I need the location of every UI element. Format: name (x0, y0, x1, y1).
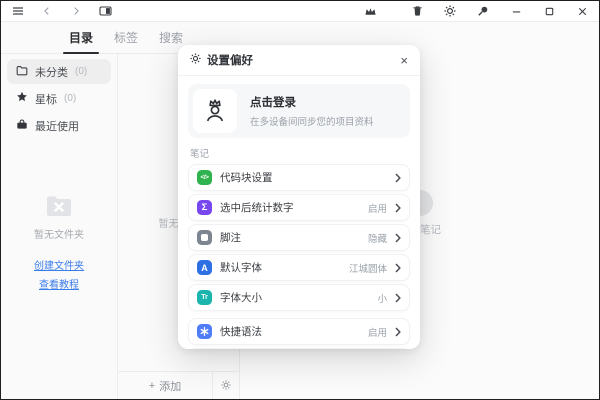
footnote-square-icon (197, 230, 212, 245)
sidebar-item-uncategorized[interactable]: 未分类 (0) (7, 59, 111, 84)
folder-icon (16, 65, 28, 79)
modal-body: 点击登录 在多设备间同步您的项目资料 笔记 </> 代码块设置 Σ 选中后统计数… (178, 76, 420, 349)
minimize-icon[interactable] (505, 2, 527, 20)
setting-row-font-size[interactable]: Tr 字体大小 小 (188, 284, 410, 311)
login-title: 点击登录 (250, 97, 296, 109)
chevron-right-icon (395, 232, 401, 243)
vip-user-icon (206, 99, 224, 122)
note-list-bottom-bar: + 添加 (118, 371, 239, 399)
tab-catalog[interactable]: 目录 (62, 25, 100, 54)
modal-title: 设置偏好 (207, 55, 253, 67)
top-toolbar (1, 1, 599, 22)
section-label-notes: 笔记 (190, 149, 210, 160)
add-note-button[interactable]: + 添加 (118, 372, 212, 399)
folder-empty-state: 暂无文件夹 创建文件夹 查看教程 (1, 194, 117, 291)
plus-icon: + (148, 379, 156, 392)
sidebar-item-recent[interactable]: 最近使用 (7, 113, 111, 138)
gear-icon[interactable] (439, 2, 461, 20)
maximize-icon[interactable] (538, 2, 560, 20)
gear-icon (190, 51, 201, 69)
gear-icon (221, 377, 231, 395)
setting-value: 隐藏 (367, 233, 387, 245)
sidebar-item-label: 未分类 (35, 66, 68, 79)
toolbar-right-group (359, 2, 599, 20)
view-tutorial-link[interactable]: 查看教程 (1, 276, 117, 291)
sidebar-item-count: (0) (75, 66, 88, 77)
modal-header: 设置偏好 × (178, 45, 420, 76)
setting-row-count-numbers[interactable]: Σ 选中后统计数字 启用 (188, 194, 410, 221)
chevron-right-icon (395, 262, 401, 273)
trash-icon[interactable] (406, 2, 428, 20)
setting-row-codeblock[interactable]: </> 代码块设置 (188, 164, 410, 191)
setting-value: 启用 (367, 203, 387, 215)
sidebar-item-label: 最近使用 (35, 120, 79, 133)
app-window: 目录 标签 搜索 未分类 (0) 星标 (0) 最近使用 暂无文件夹 创建文件夹… (0, 0, 600, 400)
setting-label: 默认字体 (220, 262, 262, 274)
tab-tags[interactable]: 标签 (112, 25, 140, 50)
toolbar-left-group (1, 2, 116, 20)
login-card[interactable]: 点击登录 在多设备间同步您的项目资料 (188, 84, 410, 138)
add-note-label: 添加 (159, 380, 182, 393)
recent-icon (16, 118, 28, 133)
avatar (193, 89, 237, 133)
crown-icon[interactable] (359, 2, 381, 20)
setting-row-default-font[interactable]: A 默认字体 江城圆体 (188, 254, 410, 281)
modal-close-icon[interactable]: × (400, 54, 408, 67)
chevron-right-icon (395, 292, 401, 303)
asterisk-icon (197, 324, 212, 339)
code-icon: </> (197, 170, 212, 185)
font-a-icon: A (197, 260, 212, 275)
font-size-icon: Tr (197, 290, 212, 305)
chevron-right-icon (395, 172, 401, 183)
empty-folder-icon (45, 194, 73, 223)
settings-modal: 设置偏好 × 点击登录 在多设备间同步您的项目资料 笔记 </> 代码块设置 Σ… (178, 45, 420, 349)
chevron-right-icon (395, 202, 401, 213)
setting-label: 快捷语法 (220, 326, 262, 338)
back-icon[interactable] (36, 2, 58, 20)
setting-row-quick-syntax[interactable]: 快捷语法 启用 (188, 318, 410, 345)
star-icon (16, 91, 28, 106)
sidebar-item-label: 星标 (35, 93, 57, 106)
setting-label: 字体大小 (220, 292, 262, 304)
setting-value: 小 (377, 293, 387, 305)
create-folder-link[interactable]: 创建文件夹 (1, 257, 117, 272)
chevron-right-icon (395, 326, 401, 337)
setting-value: 启用 (367, 327, 387, 339)
setting-row-footnote[interactable]: 脚注 隐藏 (188, 224, 410, 251)
sidebar-toggle-icon[interactable] (94, 2, 116, 20)
sidebar-item-count: (0) (64, 93, 77, 104)
setting-row-partial[interactable] (188, 348, 410, 349)
folder-empty-title: 暂无文件夹 (34, 230, 84, 241)
folder-sidebar: 未分类 (0) 星标 (0) 最近使用 暂无文件夹 创建文件夹 查看教程 (1, 54, 118, 399)
sidebar-item-starred[interactable]: 星标 (0) (7, 86, 111, 111)
setting-label: 选中后统计数字 (220, 202, 294, 214)
pin-icon[interactable] (472, 2, 494, 20)
note-list-settings-button[interactable] (212, 372, 239, 399)
menu-icon[interactable] (7, 2, 29, 20)
close-icon[interactable] (571, 2, 593, 20)
login-subtitle: 在多设备间同步您的项目资料 (250, 117, 374, 128)
forward-icon[interactable] (65, 2, 87, 20)
setting-label: 代码块设置 (220, 172, 273, 184)
setting-label: 脚注 (220, 232, 241, 244)
sigma-icon: Σ (197, 200, 212, 215)
setting-value: 江城圆体 (348, 263, 387, 275)
